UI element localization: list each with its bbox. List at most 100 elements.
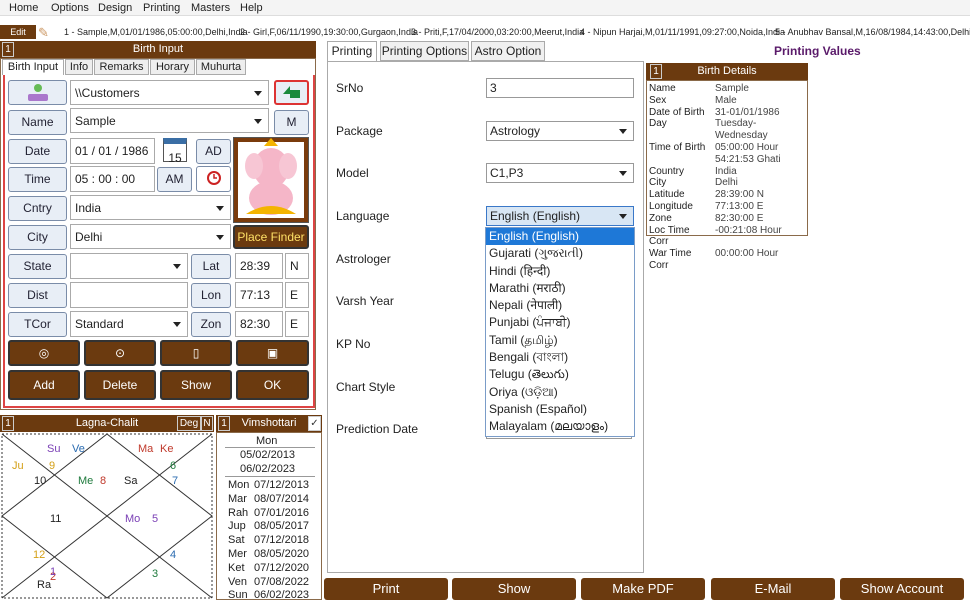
package-select[interactable]: Astrology	[486, 121, 634, 141]
dasha-planet[interactable]: Mon	[228, 479, 249, 491]
delete-button[interactable]: Delete	[84, 370, 156, 400]
folder-field[interactable]: \\Customers	[70, 80, 269, 105]
name-button[interactable]: Name	[8, 110, 67, 135]
dasha-planet[interactable]: Rah	[228, 507, 248, 519]
lat-direction[interactable]: N	[285, 253, 309, 279]
birth-details-table: Name Sample Sex Male Date of Birth 31-01/01/1…	[647, 83, 807, 272]
show-button[interactable]: Show	[160, 370, 232, 400]
time-button[interactable]: Time	[8, 167, 67, 192]
ad-button[interactable]: AD	[196, 139, 231, 164]
print-button[interactable]: Print	[324, 578, 448, 600]
calendar-icon[interactable]: 15	[163, 138, 187, 165]
tab-remarks[interactable]: Remarks	[94, 59, 149, 75]
show-print-button[interactable]: Show	[452, 578, 576, 600]
date-button[interactable]: Date	[8, 139, 67, 164]
tab-astro-option[interactable]: Astro Option	[471, 41, 545, 61]
dist-button[interactable]: Dist	[8, 283, 67, 308]
folder-button[interactable]	[8, 80, 67, 105]
lon-button[interactable]: Lon	[191, 283, 231, 308]
dasha-planet[interactable]: Mar	[228, 493, 247, 505]
language-option[interactable]: English (English)	[486, 228, 634, 246]
save-button[interactable]: ▣	[236, 340, 309, 366]
menu-options[interactable]: Options	[51, 2, 89, 14]
zon-button[interactable]: Zon	[191, 312, 231, 337]
make-pdf-button[interactable]: Make PDF	[581, 578, 705, 600]
lon-direction[interactable]: E	[285, 282, 309, 308]
srno-field[interactable]: 3	[486, 78, 634, 98]
tcor-button[interactable]: TCor	[8, 312, 67, 337]
recent-record-4[interactable]: 4 - Nipun Harjai,M,01/11/1991,09:27:00,N…	[580, 27, 785, 37]
zone-direction[interactable]: E	[285, 311, 309, 337]
recent-record-1[interactable]: 1 - Sample,M,01/01/1986,05:00:00,Delhi,I…	[64, 27, 248, 37]
language-option[interactable]: Nepali (नेपाली)	[486, 297, 634, 314]
tab-horary[interactable]: Horary	[150, 59, 195, 75]
menu-help[interactable]: Help	[240, 2, 263, 14]
language-option[interactable]: Oriya (ଓଡ଼ିଆ)	[486, 384, 634, 401]
lagna-chart[interactable]: Su Ve Ma KeJu 910 Me 8 Sa 7611 Mo 512241 3Ra	[0, 432, 214, 600]
tab-muhurta[interactable]: Muhurta	[196, 59, 246, 75]
tab-printing-options[interactable]: Printing Options	[380, 41, 469, 61]
globe-button[interactable]: ◎	[8, 340, 80, 366]
language-option[interactable]: Tamil (தமிழ்)	[486, 332, 634, 349]
zone-field[interactable]: 82:30	[235, 311, 283, 337]
check-icon[interactable]: ✓	[308, 416, 321, 431]
back-arrow-button[interactable]	[274, 80, 309, 105]
time-field[interactable]: 05 : 00 : 00	[70, 166, 155, 192]
recent-record-5[interactable]: 5 - Anubhav Bansal,M,16/08/1984,14:43:00…	[775, 27, 970, 37]
degree-toggle[interactable]: Deg	[177, 416, 201, 431]
divider	[225, 476, 315, 477]
alarm-button[interactable]	[196, 166, 231, 192]
am-button[interactable]: AM	[157, 167, 192, 192]
language-option[interactable]: Marathi (मराठी)	[486, 280, 634, 297]
city-button[interactable]: City	[8, 225, 67, 250]
menu-printing[interactable]: Printing	[143, 2, 180, 14]
language-option[interactable]: Telugu (తెలుగు)	[486, 366, 634, 383]
ok-button[interactable]: OK	[236, 370, 309, 400]
dasha-planet[interactable]: Sun	[228, 589, 248, 601]
longitude-field[interactable]: 77:13	[235, 282, 283, 308]
language-option[interactable]: Punjabi (ਪੰਜਾਬੀ)	[486, 314, 634, 331]
dasha-planet[interactable]: Mer	[228, 548, 247, 560]
tab-info[interactable]: Info	[65, 59, 93, 75]
north-style-toggle[interactable]: N	[201, 416, 213, 431]
tcor-field[interactable]: Standard	[70, 311, 188, 337]
target-button[interactable]: ⊙	[84, 340, 156, 366]
menu-design[interactable]: Design	[98, 2, 132, 14]
language-select[interactable]: English (English)	[486, 206, 634, 226]
dasha-planet[interactable]: Ket	[228, 562, 245, 574]
dasha-planet[interactable]: Jup	[228, 520, 246, 532]
city-field[interactable]: Delhi	[70, 224, 231, 249]
language-option[interactable]: Malayalam (മലയാളം)	[486, 418, 634, 435]
add-button[interactable]: Add	[8, 370, 80, 400]
recent-record-3[interactable]: 3 - Priti,F,17/04/2000,03:20:00,Meerut,I…	[411, 27, 584, 37]
tab-birth-input[interactable]: Birth Input	[2, 59, 64, 75]
email-button[interactable]: E-Mail	[711, 578, 835, 600]
tab-printing[interactable]: Printing	[327, 41, 377, 61]
place-finder-button[interactable]: Place Finder	[233, 225, 309, 249]
birth-detail-row: Longitude 77:13:00 E	[647, 201, 807, 213]
show-account-button[interactable]: Show Account	[840, 578, 964, 600]
gender-button[interactable]: M	[274, 110, 309, 135]
language-label: Language	[336, 209, 390, 223]
state-button[interactable]: State	[8, 254, 67, 279]
language-option[interactable]: Bengali (বাংলা)	[486, 349, 634, 366]
country-field[interactable]: India	[70, 195, 231, 220]
new-document-button[interactable]: ▯	[160, 340, 232, 366]
language-option[interactable]: Gujarati (ગુજરાતી)	[486, 245, 634, 262]
district-field[interactable]	[70, 282, 188, 308]
country-button[interactable]: Cntry	[8, 196, 67, 221]
menu-home[interactable]: Home	[9, 2, 38, 14]
model-select[interactable]: C1,P3	[486, 163, 634, 183]
dasha-date: 08/07/2014	[254, 492, 310, 505]
date-field[interactable]: 01 / 01 / 1986	[70, 138, 155, 164]
dasha-planet[interactable]: Ven	[228, 576, 247, 588]
latitude-field[interactable]: 28:39	[235, 253, 283, 279]
language-option[interactable]: Hindi (हिन्दी)	[486, 263, 634, 280]
state-field[interactable]	[70, 253, 188, 279]
menu-masters[interactable]: Masters	[191, 2, 230, 14]
recent-record-2[interactable]: 2 - Girl,F,06/11/1990,19:30:00,Gurgaon,I…	[240, 27, 418, 37]
dasha-planet[interactable]: Sat	[228, 534, 245, 546]
lat-button[interactable]: Lat	[191, 254, 231, 279]
language-option[interactable]: Spanish (Español)	[486, 401, 634, 418]
name-field[interactable]: Sample	[70, 108, 269, 133]
